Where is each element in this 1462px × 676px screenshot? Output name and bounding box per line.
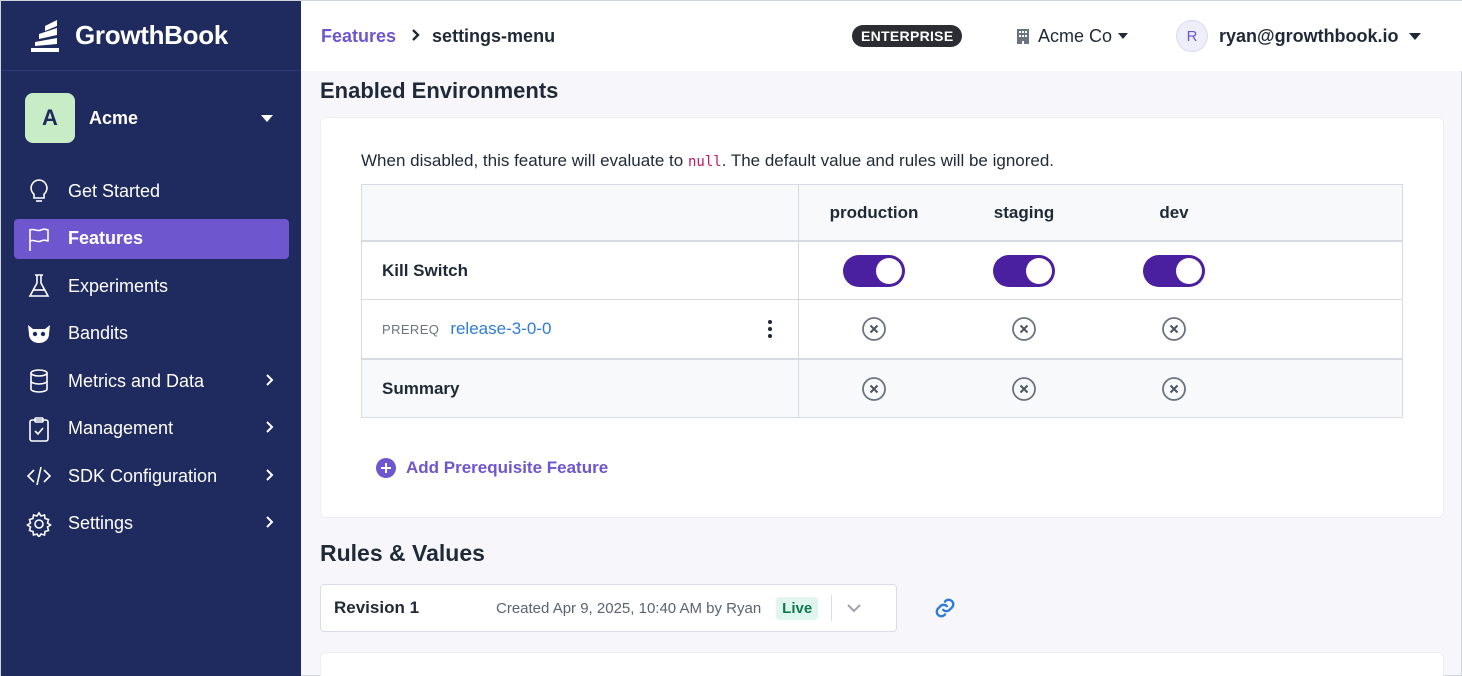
user-email: ryan@growthbook.io [1219,25,1399,46]
org-selector[interactable]: A Acme [25,93,281,143]
org-name: Acme [89,107,139,128]
prereq-row: PREREQ release-3-0-0 [362,300,1402,360]
revision-selector[interactable]: Revision 1 Created Apr 9, 2025, 10:40 AM… [320,584,897,632]
raccoon-icon [26,321,52,347]
brand[interactable]: GrowthBook [1,1,301,71]
nav-label: Metrics and Data [68,370,205,391]
growthbook-logo-icon [31,19,59,52]
x-circle-icon [1162,317,1186,341]
user-menu[interactable]: R ryan@growthbook.io [1176,20,1429,52]
chevron-right-icon [257,513,281,534]
description-text: When disabled, this feature will evaluat… [361,151,688,170]
column-header-staging: staging [993,202,1055,222]
nav-item-features[interactable]: Features [14,218,289,259]
nav-item-metrics-and-data[interactable]: Metrics and Data [14,361,289,401]
breadcrumb-current: settings-menu [432,25,556,46]
nav-label: Features [68,228,144,248]
nav-item-get-started[interactable]: Get Started [14,171,289,211]
caret-down-icon [1408,32,1421,40]
flag-icon [26,226,52,252]
plus-circle-icon [376,458,396,478]
null-code: null [687,154,722,170]
header-empty-cell [362,185,799,240]
prereq-tag: PREREQ [382,321,440,337]
nav-label: Get Started [68,180,161,201]
lightbulb-icon [26,178,52,204]
nav-item-sdk-configuration[interactable]: SDK Configuration [14,456,289,496]
nav-item-management[interactable]: Management [14,409,289,449]
chevron-right-icon [257,466,281,487]
flask-icon [26,273,52,299]
sidebar-nav: Get Started Features Experiments Bandits… [14,171,289,551]
toggle-dev[interactable] [1143,254,1205,287]
code-icon [26,463,52,489]
gear-icon [26,511,52,537]
prereq-feature-link[interactable]: release-3-0-0 [450,319,758,339]
org-switch-label: Acme Co [1038,25,1113,46]
x-circle-icon [1012,376,1036,401]
revision-title: Revision 1 [334,598,420,617]
summary-label: Summary [382,378,460,398]
database-icon [26,368,52,394]
chevron-right-icon [257,418,281,439]
column-header-production: production [829,202,919,222]
x-circle-icon [862,317,886,341]
live-badge: Live [776,596,819,620]
column-header-dev: dev [1159,202,1189,222]
description-text: . The default value and rules will be ig… [721,151,1055,170]
summary-row: Summary [362,360,1402,417]
toggle-staging[interactable] [993,254,1055,287]
x-circle-icon [1012,317,1036,341]
kill-switch-row: Kill Switch [362,242,1402,300]
chevron-down-icon[interactable] [832,603,876,613]
topbar: Features settings-menu ENTERPRISE Acme C… [301,1,1462,71]
revision-created: Created Apr 9, 2025, 10:40 AM by Ryan [496,599,762,617]
add-prerequisite-label: Add Prerequisite Feature [406,458,609,477]
org-switcher[interactable]: Acme Co [1016,23,1136,49]
enterprise-badge: ENTERPRISE [852,25,963,47]
link-icon[interactable] [934,597,956,619]
nav-label: Management [68,418,174,438]
environments-card: When disabled, this feature will evaluat… [320,117,1444,518]
table-header-row: production staging dev [362,185,1402,242]
caret-down-icon [1118,33,1129,39]
nav-item-settings[interactable]: Settings [14,504,289,544]
add-prerequisite-button[interactable]: Add Prerequisite Feature [376,458,608,478]
sidebar: GrowthBook A Acme Get Started Features E… [1,1,301,676]
chevron-right-icon [410,26,420,47]
x-circle-icon [1162,376,1186,401]
chevron-right-icon [257,371,281,392]
building-icon [1017,29,1029,44]
nav-label: Experiments [68,275,169,296]
nav-item-bandits[interactable]: Bandits [14,314,289,354]
section-title-rules: Rules & Values [320,540,485,566]
toggle-production[interactable] [843,254,905,287]
breadcrumb-features-link[interactable]: Features [321,26,396,47]
more-vertical-icon[interactable] [758,317,782,341]
user-avatar: R [1176,20,1208,52]
rules-card [320,652,1444,676]
environment-table: production staging dev Kill Switch PRERE… [361,184,1403,418]
nav-item-experiments[interactable]: Experiments [14,266,289,306]
nav-label: SDK Configuration [68,465,218,486]
x-circle-icon [862,376,886,401]
org-avatar: A [25,93,75,143]
section-title-environments: Enabled Environments [320,78,559,103]
kill-switch-label: Kill Switch [382,260,468,280]
brand-name: GrowthBook [75,20,228,50]
caret-down-icon [261,114,273,122]
environments-description: When disabled, this feature will evaluat… [361,151,1054,171]
nav-label: Settings [68,513,134,533]
nav-label: Bandits [68,323,129,343]
clipboard-check-icon [26,416,52,442]
